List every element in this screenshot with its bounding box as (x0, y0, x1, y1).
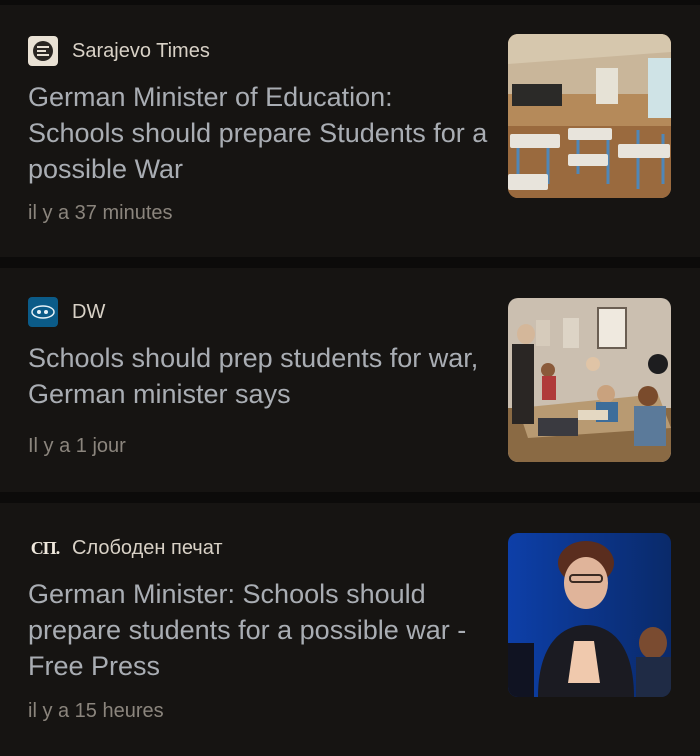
source-row: СП. Слободен печат (28, 533, 223, 563)
sarajevo-times-logo-icon (28, 36, 58, 66)
news-feed: Sarajevo Times German Minister of Educat… (0, 0, 700, 756)
source-name: DW (72, 300, 106, 323)
source-row: DW (28, 297, 105, 327)
article-headline[interactable]: German Minister of Education: Schools sh… (28, 79, 488, 187)
article-timestamp: Il y a 1 jour (28, 435, 126, 457)
article-headline[interactable]: German Minister: Schools should prepare … (28, 576, 488, 684)
slobodenpecat-logo-icon: СП. (30, 537, 60, 558)
article-timestamp: il y a 15 heures (28, 700, 164, 722)
news-card[interactable]: DW Schools should prep students for war,… (0, 268, 700, 492)
news-card[interactable]: СП. Слободен печат German Minister: Scho… (0, 503, 700, 756)
article-headline[interactable]: Schools should prep students for war, Ge… (28, 340, 488, 412)
article-thumbnail-classroom[interactable] (508, 34, 671, 198)
article-thumbnail-minister-portrait[interactable] (508, 533, 671, 697)
dw-logo-icon (28, 297, 58, 327)
source-name: Sarajevo Times (72, 39, 210, 62)
source-name: Слободен печат (72, 536, 223, 559)
article-thumbnail-teacher-and-pupils[interactable] (508, 298, 671, 462)
article-timestamp: il y a 37 minutes (28, 202, 173, 224)
source-row: Sarajevo Times (28, 36, 210, 66)
news-card[interactable]: Sarajevo Times German Minister of Educat… (0, 5, 700, 257)
